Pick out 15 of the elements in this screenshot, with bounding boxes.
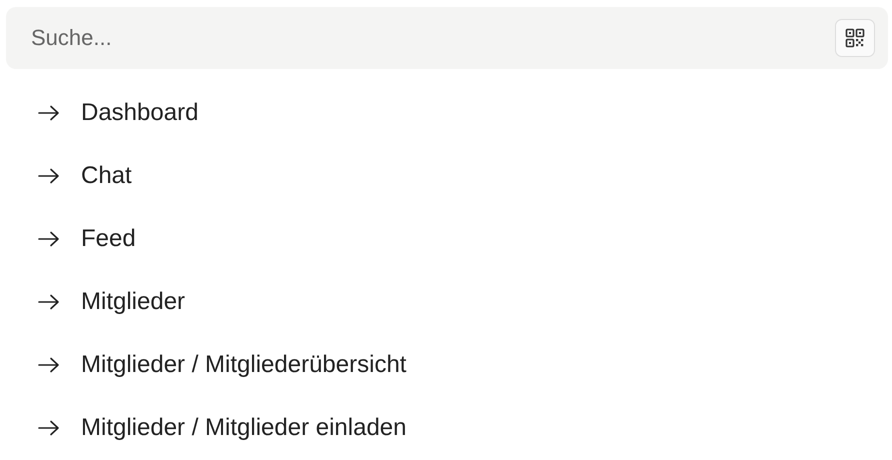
result-link[interactable]: Dashboard (81, 98, 198, 126)
arrow-right-icon (38, 294, 60, 310)
result-link[interactable]: Mitglieder (81, 288, 186, 316)
search-field[interactable]: Suche... (6, 7, 888, 69)
arrow-right-icon (38, 230, 60, 246)
arrow-right-icon (38, 104, 60, 120)
result-link[interactable]: Chat (81, 162, 132, 190)
result-link[interactable]: Mitglieder / Mitgliederübersicht (81, 350, 406, 378)
result-link[interactable]: Mitglieder / Mitglieder einladen (81, 414, 406, 442)
arrow-right-icon (38, 420, 60, 436)
arrow-right-icon (38, 356, 60, 372)
result-link[interactable]: Feed (81, 224, 136, 252)
qr-code-button[interactable] (835, 19, 875, 57)
qr-code-icon (845, 28, 865, 48)
arrow-right-icon (38, 168, 60, 184)
